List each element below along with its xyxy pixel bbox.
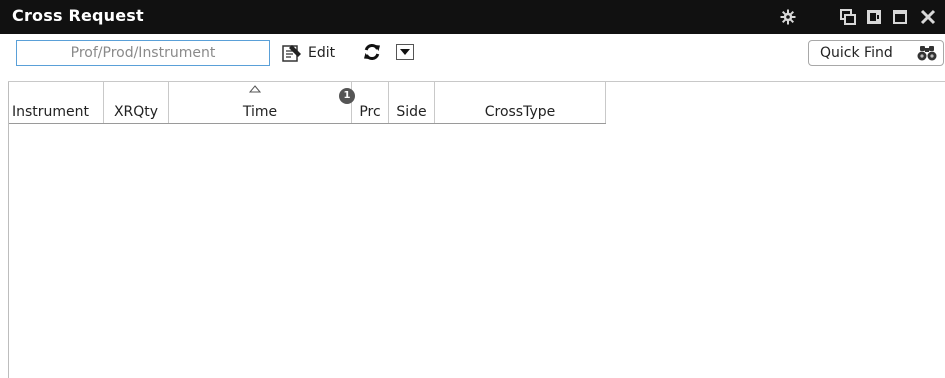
- toolbar: Edit Quick Find: [0, 34, 945, 74]
- edit-icon: [282, 45, 301, 62]
- edit-button[interactable]: Edit: [280, 42, 335, 64]
- edit-label: Edit: [308, 45, 336, 61]
- column-header-crosstype[interactable]: CrossType: [435, 82, 606, 123]
- column-label: XRQty: [113, 104, 159, 120]
- quick-find-label: Quick Find: [820, 45, 893, 61]
- binoculars-icon: [917, 46, 937, 61]
- window-titlebar: Cross Request: [0, 0, 945, 34]
- column-label: Prc: [359, 104, 381, 120]
- column-label: Side: [396, 104, 427, 120]
- sort-ascending-icon: [249, 85, 261, 93]
- gear-icon[interactable]: [780, 9, 796, 25]
- instrument-search-input[interactable]: [16, 40, 270, 66]
- column-header-time[interactable]: 1 Time: [169, 82, 355, 123]
- options-dropdown-button[interactable]: [396, 44, 414, 60]
- quick-find-button[interactable]: Quick Find: [808, 40, 944, 66]
- chevron-down-icon: [400, 49, 410, 55]
- grid-header: Instrument XRQty 1 Time Prc Side CrossTy…: [9, 82, 606, 124]
- close-icon[interactable]: [920, 9, 936, 25]
- grid-body: [9, 124, 945, 378]
- column-header-xrqty[interactable]: XRQty: [104, 82, 169, 123]
- maximize-icon[interactable]: [892, 9, 908, 25]
- column-label: CrossType: [484, 104, 556, 120]
- restore-icon[interactable]: [840, 9, 856, 25]
- column-header-instrument[interactable]: Instrument: [9, 82, 104, 123]
- window-title: Cross Request: [12, 6, 144, 25]
- column-header-prc[interactable]: Prc: [352, 82, 389, 123]
- column-header-side[interactable]: Side: [389, 82, 435, 123]
- refresh-icon[interactable]: [363, 43, 381, 61]
- pin-icon[interactable]: [866, 9, 882, 25]
- column-label: Instrument: [12, 104, 90, 120]
- column-label: Time: [242, 104, 278, 120]
